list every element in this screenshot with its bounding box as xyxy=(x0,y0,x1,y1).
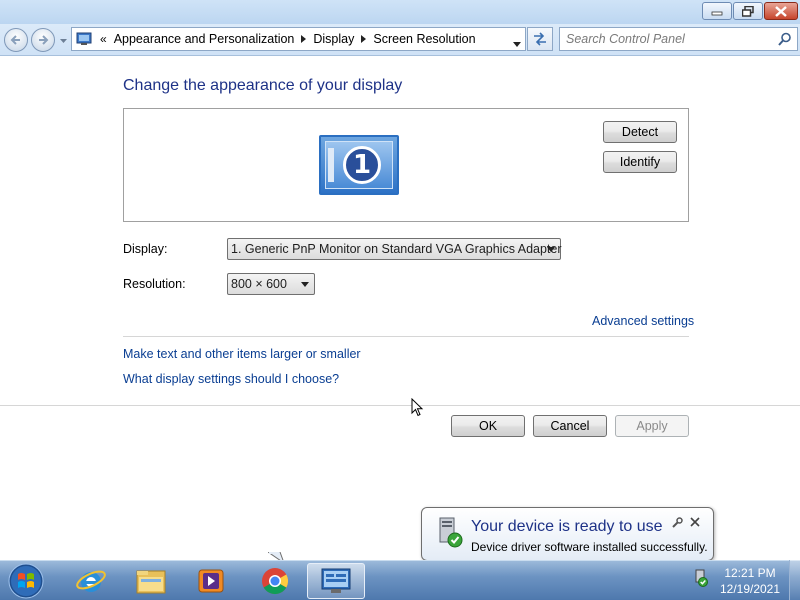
back-button[interactable] xyxy=(4,28,28,52)
refresh-icon xyxy=(534,32,546,46)
recent-pages-dropdown[interactable] xyxy=(59,37,67,45)
search-box[interactable] xyxy=(559,27,798,51)
taskbar xyxy=(0,560,800,600)
monitor-number-badge: 1 xyxy=(343,146,381,184)
media-player-icon xyxy=(198,569,224,593)
mouse-cursor-icon xyxy=(411,398,424,417)
apply-button[interactable]: Apply xyxy=(615,415,689,437)
forward-arrow-icon xyxy=(39,35,49,45)
advanced-settings-link[interactable]: Advanced settings xyxy=(592,314,694,328)
chevron-down-icon xyxy=(513,42,521,47)
refresh-button[interactable] xyxy=(527,27,553,51)
cancel-button[interactable]: Cancel xyxy=(533,415,607,437)
ok-button[interactable]: OK xyxy=(451,415,525,437)
taskbar-chrome[interactable] xyxy=(246,563,304,599)
forward-button[interactable] xyxy=(31,28,55,52)
clock-date: 12/19/2021 xyxy=(719,582,781,596)
start-button[interactable] xyxy=(6,563,46,599)
chrome-icon xyxy=(262,568,289,595)
device-installed-icon xyxy=(439,517,463,548)
display-help-link[interactable]: What display settings should I choose? xyxy=(123,372,339,386)
text-size-link[interactable]: Make text and other items larger or smal… xyxy=(123,347,361,361)
close-icon xyxy=(775,5,787,17)
chevron-right-icon[interactable] xyxy=(301,35,307,43)
monitor-preview-area: 1 Detect Identify xyxy=(123,108,689,222)
control-panel-icon xyxy=(76,32,92,45)
notification-text: Device driver software installed success… xyxy=(471,540,708,554)
monitor-sidebar-graphic xyxy=(328,148,334,182)
resolution-select-value: 800 × 600 xyxy=(231,277,287,291)
close-button[interactable] xyxy=(764,2,798,20)
restore-button[interactable] xyxy=(733,2,763,20)
show-desktop-button[interactable] xyxy=(789,560,800,600)
resolution-select[interactable]: 800 × 600 xyxy=(227,273,315,295)
monitor-1-tile[interactable]: 1 xyxy=(319,135,399,195)
breadcrumb-overflow[interactable]: « xyxy=(100,32,107,46)
notification-title: Your device is ready to use xyxy=(471,518,663,535)
file-explorer-icon xyxy=(136,570,166,594)
minimize-button[interactable] xyxy=(702,2,732,20)
taskbar-file-explorer[interactable] xyxy=(122,563,180,599)
address-bar[interactable]: « Appearance and Personalization Display… xyxy=(71,27,526,51)
breadcrumb-display[interactable]: Display xyxy=(313,32,354,46)
close-icon[interactable] xyxy=(690,517,700,527)
search-icon[interactable] xyxy=(778,32,792,46)
identify-button[interactable]: Identify xyxy=(603,151,677,173)
chevron-down-icon xyxy=(547,247,555,252)
display-select[interactable]: 1. Generic PnP Monitor on Standard VGA G… xyxy=(227,238,562,260)
breadcrumb-screen-resolution[interactable]: Screen Resolution xyxy=(373,32,475,46)
detect-button[interactable]: Detect xyxy=(603,121,677,143)
breadcrumb-appearance[interactable]: Appearance and Personalization xyxy=(114,32,295,46)
wrench-icon[interactable] xyxy=(671,517,683,529)
divider xyxy=(123,336,689,337)
chevron-right-icon[interactable] xyxy=(361,35,367,43)
page-title: Change the appearance of your display xyxy=(123,77,403,94)
taskbar-media-player[interactable] xyxy=(182,563,240,599)
footer-divider xyxy=(0,405,800,406)
device-tray-icon[interactable] xyxy=(693,569,709,587)
internet-explorer-icon xyxy=(76,570,106,592)
system-clock[interactable]: 12:21 PM 12/19/2021 xyxy=(712,565,788,597)
display-label: Display: xyxy=(123,242,168,256)
minimize-icon xyxy=(711,11,723,16)
back-arrow-icon xyxy=(10,35,20,45)
resolution-label: Resolution: xyxy=(123,277,186,291)
taskbar-control-panel[interactable] xyxy=(307,563,365,599)
monitor-screen: 1 xyxy=(325,141,393,189)
chevron-down-icon xyxy=(301,282,309,287)
clock-time: 12:21 PM xyxy=(724,566,776,580)
notification-balloon[interactable]: Your device is ready to use Device drive… xyxy=(421,507,714,561)
chevron-down-icon xyxy=(59,39,67,43)
address-dropdown[interactable] xyxy=(513,36,521,50)
title-bar xyxy=(0,0,800,24)
navigation-bar: « Appearance and Personalization Display… xyxy=(0,24,800,56)
restore-icon xyxy=(742,5,754,17)
taskbar-internet-explorer[interactable] xyxy=(62,563,120,599)
windows-start-icon xyxy=(8,563,44,599)
display-select-value: 1. Generic PnP Monitor on Standard VGA G… xyxy=(231,242,562,256)
search-input[interactable] xyxy=(560,28,770,50)
control-panel-icon xyxy=(321,568,351,593)
